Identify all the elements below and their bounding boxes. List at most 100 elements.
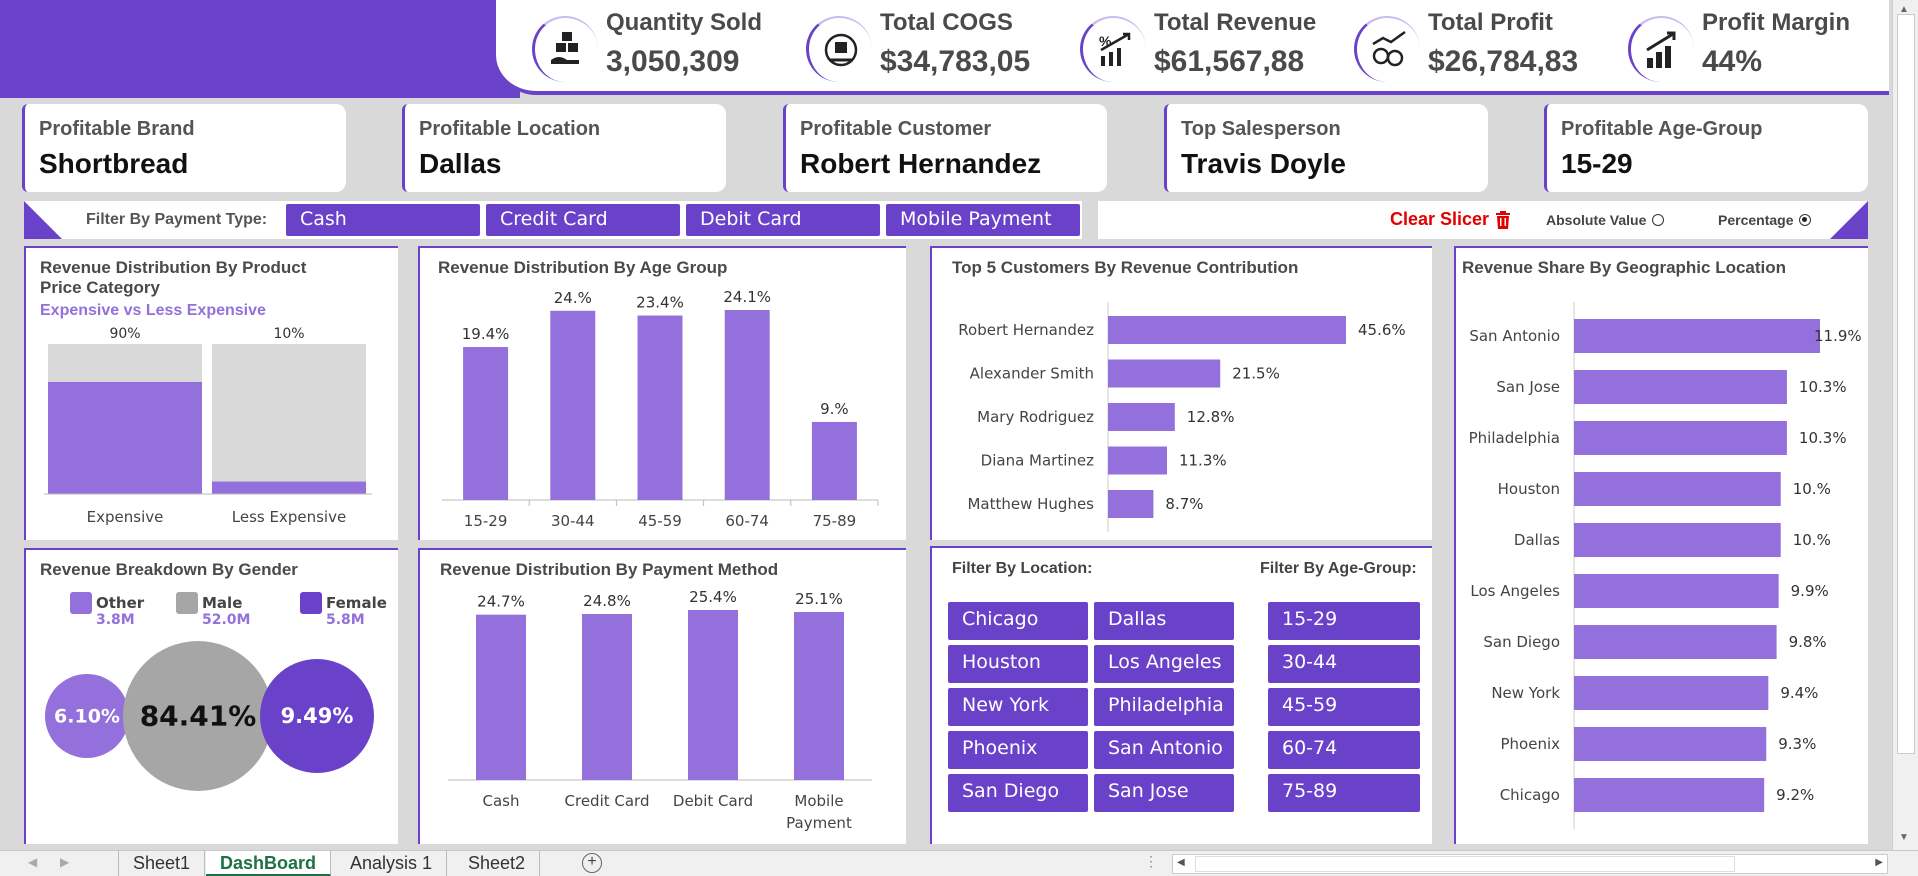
slicer-age-15-29[interactable]: 15-29 bbox=[1268, 602, 1420, 640]
absolute-value-label: Absolute Value bbox=[1546, 212, 1647, 228]
card-profitable-brand: Profitable Brand Shortbread bbox=[22, 104, 346, 192]
bar-background bbox=[212, 344, 366, 494]
more-options-icon[interactable]: ⋮ bbox=[1144, 853, 1158, 870]
prev-sheet-icon[interactable]: ◀ bbox=[28, 855, 37, 869]
legend-value: 3.8M bbox=[96, 612, 135, 628]
data-label: 10.% bbox=[1793, 531, 1831, 549]
percentage-label: Percentage bbox=[1718, 212, 1794, 228]
scroll-left-icon[interactable]: ◀ bbox=[1177, 857, 1185, 868]
slicer-location-chicago[interactable]: Chicago bbox=[948, 602, 1088, 640]
data-label: 19.4% bbox=[462, 325, 510, 343]
kpi-value: $61,567,88 bbox=[1154, 45, 1305, 78]
bar bbox=[688, 610, 738, 780]
divider bbox=[1082, 201, 1098, 239]
header-banner bbox=[0, 0, 520, 98]
radio-button[interactable] bbox=[1652, 214, 1665, 226]
bubble-label: 6.10% bbox=[54, 705, 120, 727]
horizontal-scrollbar[interactable]: ◀ ▶ bbox=[1172, 854, 1888, 874]
slicer-location-san-diego[interactable]: San Diego bbox=[948, 774, 1088, 812]
corner-accent bbox=[24, 201, 62, 239]
panel-age-group: Revenue Distribution By Age Group 19.4% 1… bbox=[418, 246, 906, 540]
bar bbox=[1574, 370, 1787, 404]
radio-button-selected[interactable] bbox=[1799, 214, 1812, 226]
corner-accent bbox=[1830, 201, 1868, 239]
bar bbox=[476, 614, 526, 780]
scroll-down-icon[interactable]: ▼ bbox=[1899, 832, 1909, 843]
sheet-tab-sheet2[interactable]: Sheet2 bbox=[454, 851, 541, 876]
bar bbox=[463, 347, 509, 500]
bubble-label: 84.41% bbox=[140, 699, 257, 732]
slicer-age-30-44[interactable]: 30-44 bbox=[1268, 645, 1420, 683]
slicer-location-philadelphia[interactable]: Philadelphia bbox=[1094, 688, 1234, 726]
kpi-value: $34,783,05 bbox=[880, 45, 1031, 78]
data-label: 9.9% bbox=[1791, 582, 1829, 600]
slicer-credit-card[interactable]: Credit Card bbox=[486, 204, 680, 236]
legend-value: 5.8M bbox=[326, 612, 365, 628]
category-label: Houston bbox=[1498, 480, 1560, 498]
data-label: 11.9% bbox=[1814, 327, 1862, 345]
category-label: New York bbox=[1491, 684, 1560, 702]
scroll-thumb[interactable] bbox=[1195, 856, 1735, 872]
coin-stacks-growth-icon bbox=[1354, 16, 1420, 82]
clear-slicer-button[interactable]: Clear Slicer bbox=[1390, 209, 1511, 230]
package-coins-icon bbox=[806, 16, 872, 82]
bar bbox=[1574, 574, 1779, 608]
legend-swatch bbox=[176, 592, 198, 614]
top-customers-chart: Robert Hernandez 45.6% Alexander Smith 21.5… bbox=[958, 302, 1406, 532]
bar bbox=[48, 381, 202, 494]
bar bbox=[794, 612, 844, 780]
next-sheet-icon[interactable]: ▶ bbox=[60, 855, 69, 869]
slicer-location-san-antonio[interactable]: San Antonio bbox=[1094, 731, 1234, 769]
card-value: Shortbread bbox=[39, 148, 189, 179]
legend-value: 52.0M bbox=[202, 612, 250, 628]
sheet-tab-sheet1[interactable]: Sheet1 bbox=[118, 851, 206, 876]
vertical-scrollbar[interactable]: ▲ ▼ bbox=[1892, 0, 1918, 850]
bar bbox=[1574, 727, 1767, 761]
payment-filter-label: Filter By Payment Type: bbox=[86, 211, 268, 228]
kpi-total-profit: Total Profit $26,784,83 bbox=[1318, 0, 1588, 92]
add-sheet-icon[interactable]: + bbox=[582, 853, 602, 873]
card-top-salesperson: Top Salesperson Travis Doyle bbox=[1164, 104, 1488, 192]
scroll-right-icon[interactable]: ▶ bbox=[1875, 857, 1883, 868]
card-label: Profitable Age-Group bbox=[1561, 118, 1763, 140]
clear-slicer-label: Clear Slicer bbox=[1390, 209, 1490, 229]
slicer-location-phoenix[interactable]: Phoenix bbox=[948, 731, 1088, 769]
card-value: Robert Hernandez bbox=[800, 148, 1042, 179]
gender-chart: Other3.8M Male52.0M Female5.8M 6.10% 84.41% 9… bbox=[45, 592, 387, 791]
slicer-age-60-74[interactable]: 60-74 bbox=[1268, 731, 1420, 769]
sheet-tab-analysis-1[interactable]: Analysis 1 bbox=[336, 851, 448, 876]
data-label: 9.2% bbox=[1776, 786, 1814, 804]
legend-label: Female bbox=[326, 594, 387, 612]
slicer-location-new-york[interactable]: New York bbox=[948, 688, 1088, 726]
bubble-label: 9.49% bbox=[281, 704, 354, 728]
slicer-location-houston[interactable]: Houston bbox=[948, 645, 1088, 683]
slicer-cash[interactable]: Cash bbox=[286, 204, 480, 236]
bar bbox=[1108, 403, 1175, 431]
bar bbox=[1108, 446, 1167, 475]
percentage-option[interactable]: Percentage bbox=[1718, 212, 1812, 228]
age-group-chart: 19.4% 15-29 24.% 30-44 23.4% 45-59 24.1% 60-74 9… bbox=[442, 288, 879, 530]
slicer-age-75-89[interactable]: 75-89 bbox=[1268, 774, 1420, 812]
category-label: Robert Hernandez bbox=[958, 321, 1094, 339]
slicer-location-dallas[interactable]: Dallas bbox=[1094, 602, 1234, 640]
category-label: Los Angeles bbox=[1470, 582, 1560, 600]
slicer-age-45-59[interactable]: 45-59 bbox=[1268, 688, 1420, 726]
category-label: Matthew Hughes bbox=[967, 495, 1094, 513]
card-label: Profitable Customer bbox=[800, 118, 992, 140]
slicer-mobile-payment[interactable]: Mobile Payment bbox=[886, 204, 1080, 236]
data-label: 25.4% bbox=[689, 588, 737, 606]
bar bbox=[1574, 625, 1777, 659]
scroll-thumb[interactable] bbox=[1897, 14, 1915, 754]
sheet-tab-dashboard[interactable]: DashBoard bbox=[206, 851, 332, 876]
slicer-debit-card[interactable]: Debit Card bbox=[686, 204, 880, 236]
data-label: 9.4% bbox=[1780, 684, 1818, 702]
absolute-value-option[interactable]: Absolute Value bbox=[1546, 212, 1665, 228]
bar bbox=[212, 481, 366, 494]
kpi-label: Total Revenue bbox=[1154, 9, 1317, 36]
category-label: Expensive bbox=[87, 508, 164, 526]
card-profitable-age-group: Profitable Age-Group 15-29 bbox=[1544, 104, 1868, 192]
panel-top-customers: Top 5 Customers By Revenue Contribution … bbox=[930, 246, 1432, 540]
slicer-location-san-jose[interactable]: San Jose bbox=[1094, 774, 1234, 812]
bar bbox=[811, 421, 857, 500]
slicer-location-los-angeles[interactable]: Los Angeles bbox=[1094, 645, 1234, 683]
